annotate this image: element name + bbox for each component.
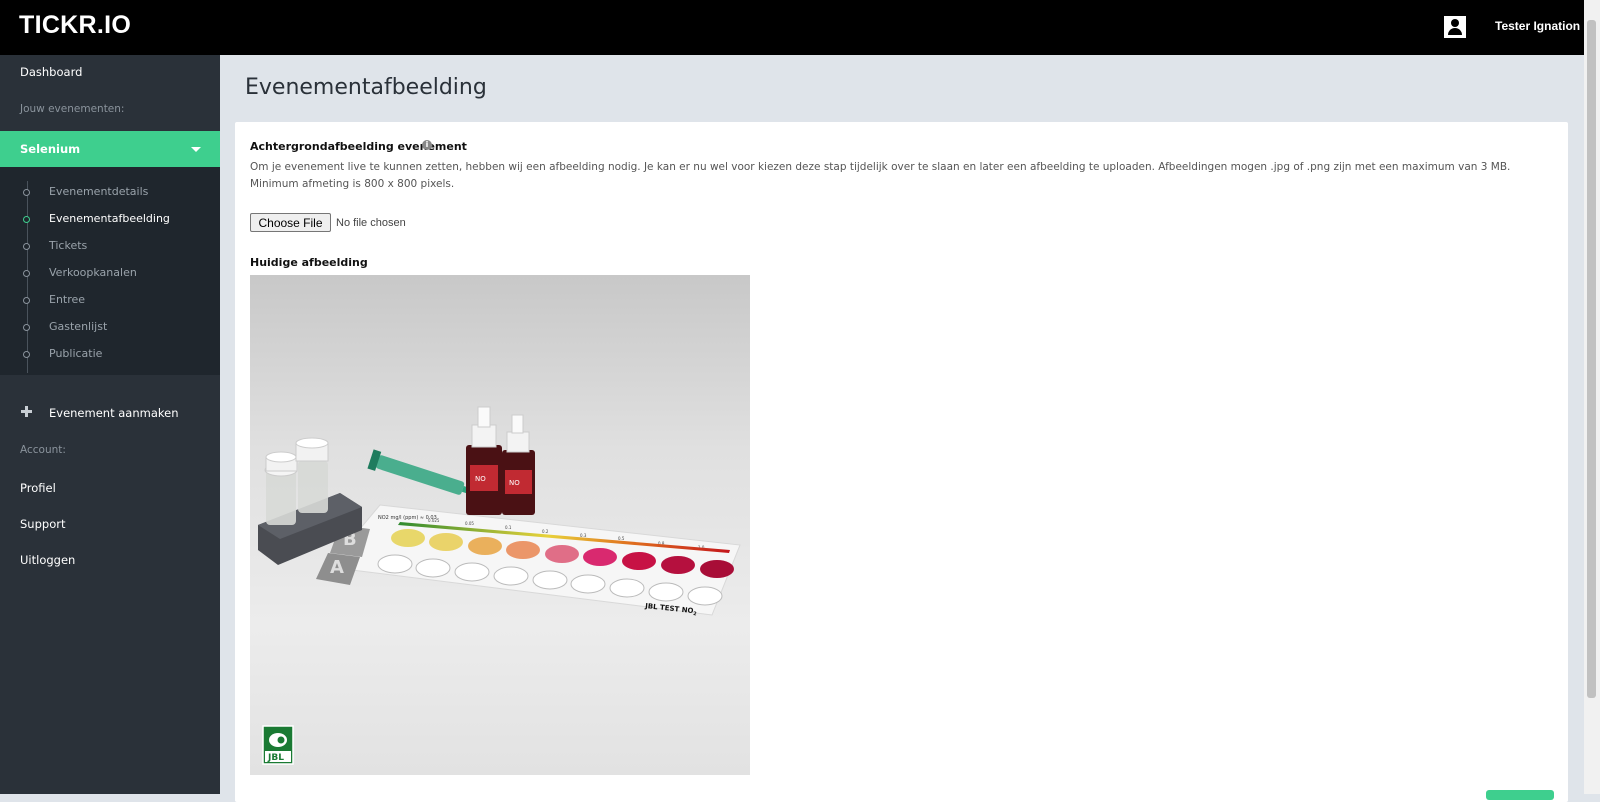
caret-down-icon	[191, 147, 201, 152]
submenu-item-tickets[interactable]: Tickets	[0, 235, 220, 257]
svg-text:0.2: 0.2	[542, 529, 549, 534]
event-selector[interactable]: Selenium	[0, 131, 220, 167]
bullet-icon	[23, 243, 30, 250]
submenu-item-label: Entree	[49, 293, 86, 306]
background-image-label: Achtergrondafbeelding evenement	[250, 140, 467, 153]
svg-text:0.3: 0.3	[580, 533, 587, 538]
account-heading: Account:	[20, 444, 66, 456]
info-icon[interactable]: i	[422, 140, 432, 150]
submenu-item-label: Evenementafbeelding	[49, 212, 170, 225]
current-image-preview: NO2 mg/l (ppm) ≈ 0.03 0.025 0.05 0.1 0.2…	[250, 275, 750, 775]
create-event-link[interactable]: Evenement aanmaken	[49, 406, 179, 420]
svg-text:0.025: 0.025	[428, 518, 440, 523]
submenu-item-label: Evenementdetails	[49, 185, 149, 198]
bullet-icon	[23, 324, 30, 331]
svg-text:A: A	[330, 557, 344, 578]
submenu-item-publicatie[interactable]: Publicatie	[0, 343, 220, 365]
current-image-label: Huidige afbeelding	[250, 256, 368, 269]
top-navbar: TICKR.IO Tester Ignation	[0, 0, 1584, 55]
svg-text:NO: NO	[475, 475, 486, 483]
events-heading: Jouw evenementen:	[20, 103, 125, 115]
bullet-icon	[23, 297, 30, 304]
svg-text:NO: NO	[509, 479, 520, 487]
svg-text:0.5: 0.5	[618, 536, 625, 541]
submenu-item-entree[interactable]: Entree	[0, 289, 220, 311]
submenu-item-evenementdetails[interactable]: Evenementdetails	[0, 181, 220, 203]
submenu-item-label: Publicatie	[49, 347, 103, 360]
svg-text:0.1: 0.1	[505, 525, 512, 530]
choose-file-button[interactable]: Choose File	[250, 213, 331, 232]
page-title: Evenementafbeelding	[245, 75, 487, 100]
user-name[interactable]: Tester Ignation	[1495, 19, 1580, 33]
submenu-item-label: Verkoopkanalen	[49, 266, 137, 279]
submenu-item-verkoopkanalen[interactable]: Verkoopkanalen	[0, 262, 220, 284]
brand-logo[interactable]: TICKR.IO	[19, 11, 131, 40]
submenu-item-label: Tickets	[49, 239, 88, 252]
sidebar: Dashboard Jouw evenementen: Selenium Eve…	[0, 55, 220, 794]
event-name: Selenium	[20, 142, 81, 156]
file-status: No file chosen	[336, 217, 406, 229]
svg-text:JBL: JBL	[267, 753, 284, 763]
user-avatar-icon[interactable]	[1444, 16, 1466, 38]
scroll-thumb[interactable]	[1587, 20, 1596, 698]
sidebar-item-logout[interactable]: Uitloggen	[20, 553, 75, 567]
sidebar-item-support[interactable]: Support	[20, 517, 65, 531]
sidebar-item-profile[interactable]: Profiel	[20, 481, 56, 495]
event-submenu: Evenementdetails Evenementafbeelding Tic…	[0, 167, 220, 375]
submenu-item-evenementafbeelding[interactable]: Evenementafbeelding	[0, 208, 220, 230]
submenu-item-label: Gastenlijst	[49, 320, 108, 333]
plus-icon[interactable]	[21, 406, 32, 417]
bullet-icon	[23, 189, 30, 196]
product-photo: NO2 mg/l (ppm) ≈ 0.03 0.025 0.05 0.1 0.2…	[258, 406, 741, 765]
save-button[interactable]	[1486, 790, 1554, 800]
help-text: Om je evenement live te kunnen zetten, h…	[250, 161, 1511, 190]
submenu-item-gastenlijst[interactable]: Gastenlijst	[0, 316, 220, 338]
syringe	[367, 449, 476, 496]
bullet-icon	[23, 216, 30, 223]
svg-text:0.05: 0.05	[465, 521, 474, 526]
scrollbar[interactable]	[1584, 0, 1600, 794]
sidebar-item-dashboard[interactable]: Dashboard	[20, 65, 82, 79]
bullet-icon	[23, 270, 30, 277]
bullet-icon	[23, 351, 30, 358]
